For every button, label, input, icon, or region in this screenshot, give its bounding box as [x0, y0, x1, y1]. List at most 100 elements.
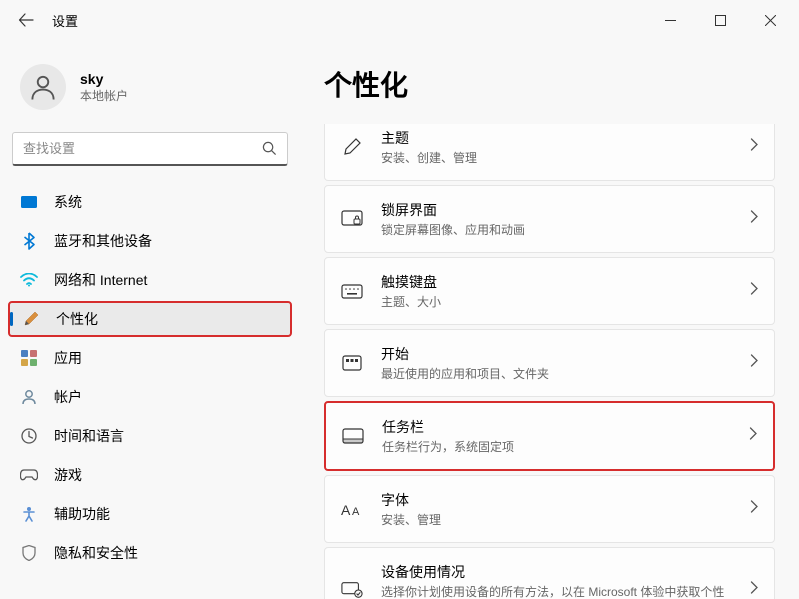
item-title: 主题	[381, 128, 732, 148]
sidebar-item-label: 时间和语言	[54, 426, 124, 446]
item-text: 任务栏 任务栏行为，系统固定项	[382, 417, 731, 455]
close-button[interactable]	[749, 6, 791, 34]
chevron-right-icon	[750, 581, 758, 599]
search-input[interactable]	[23, 141, 262, 156]
start-icon	[341, 352, 363, 374]
minimize-button[interactable]	[649, 6, 691, 34]
item-desc: 安装、管理	[381, 511, 732, 528]
item-text: 主题 安装、创建、管理	[381, 128, 732, 166]
sidebar-item-label: 个性化	[56, 309, 98, 329]
settings-item-fonts[interactable]: AA 字体 安装、管理	[324, 475, 775, 543]
chevron-right-icon	[750, 354, 758, 372]
settings-item-device-usage[interactable]: 设备使用情况 选择你计划使用设备的所有方法，以在 Microsoft 体验中获取…	[324, 547, 775, 599]
window-controls	[649, 6, 791, 34]
chevron-right-icon	[750, 138, 758, 156]
avatar	[20, 64, 66, 110]
personalize-icon	[22, 310, 40, 328]
bluetooth-icon	[20, 232, 38, 250]
svg-text:A: A	[352, 506, 360, 518]
back-button[interactable]	[8, 2, 44, 38]
item-title: 锁屏界面	[381, 200, 732, 220]
chevron-right-icon	[749, 427, 757, 445]
svg-text:A: A	[341, 502, 351, 518]
item-text: 字体 安装、管理	[381, 490, 732, 528]
page-title: 个性化	[324, 64, 775, 104]
sidebar-item-apps[interactable]: 应用	[8, 340, 292, 376]
item-title: 字体	[381, 490, 732, 510]
item-text: 设备使用情况 选择你计划使用设备的所有方法，以在 Microsoft 体验中获取…	[381, 562, 732, 599]
settings-list: 主题 安装、创建、管理 锁屏界面 锁定屏幕图像、应用和动画	[324, 124, 775, 599]
sidebar-item-label: 辅助功能	[54, 504, 110, 524]
settings-item-lockscreen[interactable]: 锁屏界面 锁定屏幕图像、应用和动画	[324, 185, 775, 253]
item-desc: 主题、大小	[381, 293, 732, 310]
content-area: sky 本地帐户 系统 蓝牙和其他设备	[0, 40, 799, 599]
item-title: 设备使用情况	[381, 562, 732, 582]
sidebar-item-label: 系统	[54, 192, 82, 212]
sidebar-item-label: 蓝牙和其他设备	[54, 231, 152, 251]
nav-list: 系统 蓝牙和其他设备 网络和 Internet 个性化	[8, 184, 292, 571]
gaming-icon	[20, 466, 38, 484]
window-title: 设置	[52, 11, 78, 30]
item-desc: 锁定屏幕图像、应用和动画	[381, 221, 732, 238]
arrow-left-icon	[18, 12, 34, 28]
sidebar-item-gaming[interactable]: 游戏	[8, 457, 292, 493]
wifi-icon	[20, 271, 38, 289]
system-icon	[20, 193, 38, 211]
item-desc: 最近使用的应用和项目、文件夹	[381, 365, 732, 382]
sidebar-item-network[interactable]: 网络和 Internet	[8, 262, 292, 298]
sidebar-item-label: 应用	[54, 348, 82, 368]
sidebar-item-accounts[interactable]: 帐户	[8, 379, 292, 415]
item-title: 触摸键盘	[381, 272, 732, 292]
item-title: 任务栏	[382, 417, 731, 437]
item-title: 开始	[381, 344, 732, 364]
user-icon	[28, 72, 58, 102]
sidebar-item-label: 网络和 Internet	[54, 270, 147, 290]
sidebar: sky 本地帐户 系统 蓝牙和其他设备	[0, 40, 300, 599]
account-text: sky 本地帐户	[80, 71, 128, 104]
item-desc: 任务栏行为，系统固定项	[382, 438, 731, 455]
maximize-button[interactable]	[699, 6, 741, 34]
main-panel: 个性化 主题 安装、创建、管理 锁屏界面 锁定屏幕图像、应用和动画	[300, 40, 799, 599]
account-type: 本地帐户	[80, 87, 128, 104]
titlebar: 设置	[0, 0, 799, 40]
item-text: 锁屏界面 锁定屏幕图像、应用和动画	[381, 200, 732, 238]
paint-icon	[341, 136, 363, 158]
settings-item-theme[interactable]: 主题 安装、创建、管理	[324, 124, 775, 181]
lockscreen-icon	[341, 208, 363, 230]
keyboard-icon	[341, 280, 363, 302]
item-desc: 安装、创建、管理	[381, 149, 732, 166]
device-usage-icon	[341, 579, 363, 599]
sidebar-item-personalization[interactable]: 个性化	[8, 301, 292, 337]
settings-item-taskbar[interactable]: 任务栏 任务栏行为，系统固定项	[324, 401, 775, 471]
apps-icon	[20, 349, 38, 367]
sidebar-item-accessibility[interactable]: 辅助功能	[8, 496, 292, 532]
sidebar-item-time-language[interactable]: 时间和语言	[8, 418, 292, 454]
account-icon	[20, 388, 38, 406]
taskbar-icon	[342, 425, 364, 447]
settings-item-touch-keyboard[interactable]: 触摸键盘 主题、大小	[324, 257, 775, 325]
item-text: 触摸键盘 主题、大小	[381, 272, 732, 310]
sidebar-item-label: 游戏	[54, 465, 82, 485]
accessibility-icon	[20, 505, 38, 523]
maximize-icon	[715, 15, 726, 26]
settings-item-start[interactable]: 开始 最近使用的应用和项目、文件夹	[324, 329, 775, 397]
minimize-icon	[665, 15, 676, 26]
font-icon: AA	[341, 498, 363, 520]
privacy-icon	[20, 544, 38, 562]
chevron-right-icon	[750, 282, 758, 300]
sidebar-item-label: 帐户	[54, 387, 82, 407]
account-section[interactable]: sky 本地帐户	[8, 56, 292, 126]
sidebar-item-bluetooth[interactable]: 蓝牙和其他设备	[8, 223, 292, 259]
chevron-right-icon	[750, 500, 758, 518]
sidebar-item-label: 隐私和安全性	[54, 543, 138, 563]
search-icon	[262, 141, 277, 156]
account-name: sky	[80, 71, 128, 87]
search-box[interactable]	[12, 132, 288, 166]
sidebar-item-privacy[interactable]: 隐私和安全性	[8, 535, 292, 571]
item-text: 开始 最近使用的应用和项目、文件夹	[381, 344, 732, 382]
chevron-right-icon	[750, 210, 758, 228]
sidebar-item-system[interactable]: 系统	[8, 184, 292, 220]
close-icon	[765, 15, 776, 26]
time-language-icon	[20, 427, 38, 445]
item-desc: 选择你计划使用设备的所有方法，以在 Microsoft 体验中获取个性化的提示、…	[381, 583, 732, 599]
